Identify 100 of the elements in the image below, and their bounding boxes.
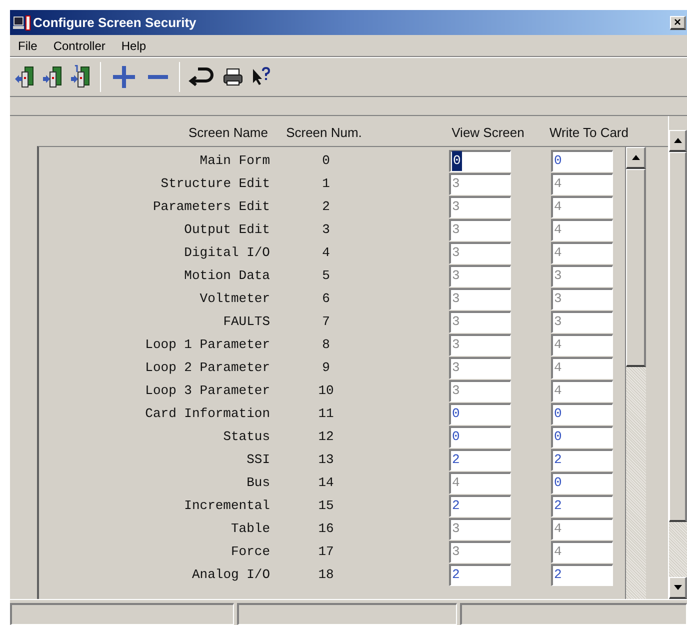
screen-name: Parameters Edit — [152, 198, 270, 216]
value-field[interactable]: 4 — [551, 380, 613, 402]
card-left-arrow-icon[interactable] — [14, 65, 36, 89]
value-field[interactable]: 4 — [551, 172, 613, 194]
screen-name: Analog I/O — [190, 566, 270, 584]
value-field[interactable]: 0 — [551, 472, 613, 494]
value-field[interactable]: 4 — [551, 218, 613, 240]
screen-number: 8 — [321, 336, 331, 354]
scroll-thumb[interactable] — [669, 152, 687, 522]
value-field[interactable]: 3 — [449, 356, 511, 378]
screen-number: 2 — [321, 198, 331, 216]
value-field[interactable]: 3 — [449, 264, 511, 286]
value-field[interactable]: 3 — [551, 310, 613, 332]
menu-item[interactable]: Help — [121, 36, 146, 54]
screen-name: Structure Edit — [160, 174, 270, 193]
screen-number: 12 — [317, 428, 335, 446]
return-arrow-icon[interactable] — [188, 65, 216, 89]
value-field[interactable]: 2 — [551, 448, 613, 470]
help-pointer-icon[interactable] — [250, 66, 272, 88]
screen-name: Card Information — [144, 404, 270, 423]
column-header: View Screen — [450, 124, 526, 142]
screen-number: 9 — [321, 358, 331, 377]
screen-number: 15 — [317, 496, 335, 515]
screen-name: Loop 3 Parameter — [144, 382, 270, 400]
value-field[interactable]: 0 — [449, 426, 511, 448]
screen-name: Loop 1 Parameter — [144, 336, 270, 354]
up-arrow-icon — [632, 155, 640, 160]
close-button[interactable]: × — [670, 16, 686, 30]
screen-name: SSI — [246, 450, 270, 469]
value-field[interactable]: 4 — [551, 540, 613, 562]
value-field[interactable]: 4 — [551, 196, 613, 218]
screen-number: 17 — [317, 542, 335, 561]
value-field[interactable]: 3 — [551, 264, 613, 286]
value-field[interactable]: 0 — [551, 150, 613, 172]
value-field[interactable]: 2 — [551, 494, 613, 516]
value-field[interactable]: 4 — [551, 356, 613, 378]
value-field[interactable]: 2 — [449, 448, 511, 470]
screen-number: 11 — [317, 404, 335, 423]
print-icon[interactable] — [222, 67, 244, 87]
value-field[interactable]: 3 — [449, 242, 511, 264]
screen-number: 3 — [321, 220, 331, 239]
value-field[interactable]: 4 — [551, 242, 613, 264]
scroll-up-button[interactable] — [626, 147, 646, 169]
value-field[interactable]: 2 — [449, 494, 511, 516]
value-field[interactable]: 3 — [551, 288, 613, 310]
screen-name: Status — [222, 428, 270, 446]
value-field[interactable]: 3 — [449, 288, 511, 310]
screen-name: Table — [230, 520, 270, 538]
scroll-down-button[interactable] — [669, 577, 687, 599]
screen-number: 16 — [317, 520, 335, 538]
column-header: Screen Num. — [285, 124, 363, 142]
column-header: Write To Card — [548, 124, 630, 142]
screen-number: 4 — [321, 244, 331, 262]
screen-name: Bus — [246, 474, 270, 492]
screen-name: Incremental — [183, 496, 270, 515]
menu-item[interactable]: File — [18, 36, 38, 54]
screen-number: 18 — [317, 566, 335, 584]
value-field[interactable]: 3 — [449, 172, 511, 194]
value-field[interactable]: 0 — [449, 402, 511, 424]
screen-number: 13 — [317, 450, 335, 469]
screen-number: 10 — [317, 382, 335, 400]
screen-number: 6 — [321, 290, 331, 308]
value-field[interactable]: 4 — [551, 334, 613, 356]
value-field[interactable]: 3 — [449, 196, 511, 218]
value-field[interactable]: 2 — [551, 564, 613, 586]
screen-number: 7 — [321, 312, 331, 331]
screen-name: Voltmeter — [198, 290, 270, 308]
screen-number: 1 — [321, 174, 331, 193]
card-arrow-one-icon[interactable] — [70, 65, 92, 89]
value-field[interactable]: 3 — [449, 380, 511, 402]
down-arrow-icon — [674, 585, 682, 590]
scroll-up-button[interactable] — [669, 130, 687, 152]
column-header: Screen Name — [188, 124, 268, 142]
value-field[interactable]: 2 — [449, 564, 511, 586]
screen-name: Digital I/O — [183, 244, 270, 262]
screen-number: 14 — [317, 474, 335, 492]
app-icon — [13, 14, 31, 30]
screen-number: 5 — [321, 266, 331, 285]
value-field[interactable]: 0 — [551, 402, 613, 424]
window-title: Configure Screen Security — [33, 14, 198, 32]
value-field[interactable]: 0 — [449, 150, 511, 172]
screen-name: Main Form — [198, 152, 270, 170]
screen-name: Force — [230, 542, 270, 561]
value-field[interactable]: 3 — [449, 218, 511, 240]
value-field[interactable]: 4 — [449, 472, 511, 494]
screen-name: Motion Data — [183, 266, 270, 285]
screen-number: 0 — [321, 152, 331, 170]
value-field[interactable]: 3 — [449, 518, 511, 540]
value-field[interactable]: 0 — [551, 426, 613, 448]
card-right-arrow-icon[interactable] — [42, 65, 64, 89]
up-arrow-icon — [674, 138, 682, 143]
scroll-thumb[interactable] — [626, 169, 646, 367]
value-field[interactable]: 4 — [551, 518, 613, 540]
value-field[interactable]: 3 — [449, 310, 511, 332]
value-field[interactable]: 3 — [449, 540, 511, 562]
screen-name: FAULTS — [222, 312, 270, 331]
screen-name: Output Edit — [183, 220, 270, 239]
screen-name: Loop 2 Parameter — [144, 358, 270, 377]
menu-item[interactable]: Controller — [53, 36, 106, 54]
value-field[interactable]: 3 — [449, 334, 511, 356]
